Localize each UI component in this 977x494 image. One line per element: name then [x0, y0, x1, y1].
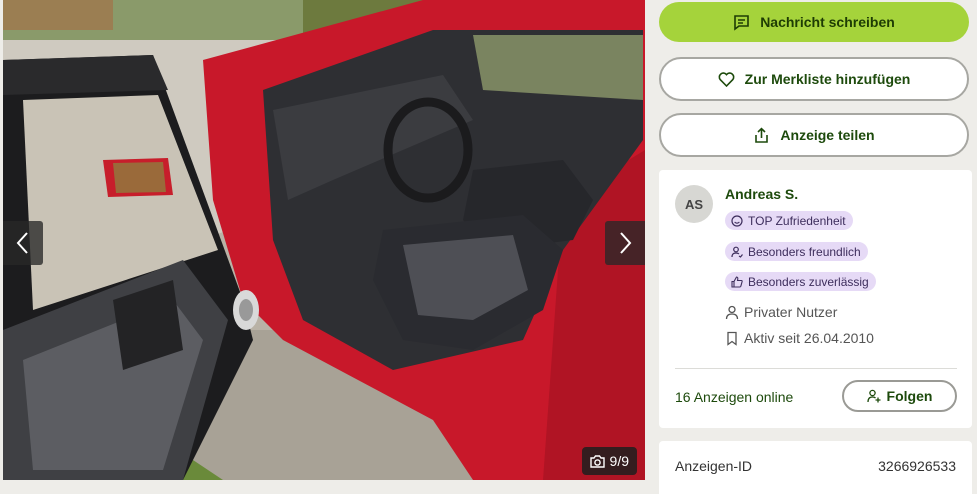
ads-online-link[interactable]: 16 Anzeigen online: [675, 389, 793, 405]
gallery-next-button[interactable]: [605, 221, 645, 265]
badge-reliable: Besonders zuverlässig: [725, 272, 876, 291]
seller-type: Privater Nutzer: [725, 304, 837, 320]
seller-name[interactable]: Andreas S.: [725, 186, 798, 202]
add-to-watchlist-button[interactable]: Zur Merkliste hinzufügen: [659, 57, 969, 101]
follow-user-icon: [866, 389, 881, 403]
badge-friendly: Besonders freundlich: [725, 242, 868, 261]
seller-card: AS Andreas S. TOP Zufriedenheit Besonder…: [659, 170, 972, 428]
friendly-user-icon: [731, 246, 743, 258]
message-icon: [734, 14, 749, 31]
gallery-prev-button[interactable]: [3, 221, 43, 265]
badge-label: Besonders zuverlässig: [748, 274, 869, 289]
smiley-icon: [731, 214, 743, 227]
add-to-watchlist-label: Zur Merkliste hinzufügen: [744, 71, 911, 87]
share-ad-button[interactable]: Anzeige teilen: [659, 113, 969, 157]
thumbs-up-icon: [731, 275, 743, 288]
chevron-right-icon: [620, 232, 632, 254]
bookmark-icon: [727, 331, 737, 346]
ad-id-card: Anzeigen-ID 3266926533: [659, 441, 972, 494]
follow-button[interactable]: Folgen: [842, 380, 957, 412]
ad-id-label: Anzeigen-ID: [675, 458, 753, 474]
user-icon: [725, 305, 739, 319]
ad-id-value: 3266926533: [878, 458, 956, 474]
avatar[interactable]: AS: [675, 185, 713, 223]
send-message-button[interactable]: Nachricht schreiben: [659, 2, 969, 42]
heart-icon: [718, 71, 735, 87]
send-message-label: Nachricht schreiben: [760, 14, 895, 30]
seller-active-since-label: Aktiv seit 26.04.2010: [744, 330, 874, 346]
share-icon: [755, 126, 769, 143]
camera-icon: [589, 454, 605, 468]
image-gallery[interactable]: 9/9: [3, 0, 645, 480]
badge-label: TOP Zufriedenheit: [748, 213, 846, 228]
image-counter: 9/9: [581, 447, 637, 475]
share-ad-label: Anzeige teilen: [780, 127, 875, 143]
badge-label: Besonders freundlich: [748, 244, 861, 259]
chevron-left-icon: [16, 232, 28, 254]
car-interior-photo: [3, 0, 645, 480]
badge-top-satisfaction: TOP Zufriedenheit: [725, 211, 853, 230]
image-counter-text: 9/9: [609, 453, 629, 469]
follow-label: Folgen: [886, 388, 933, 404]
divider: [675, 368, 957, 369]
seller-type-label: Privater Nutzer: [744, 304, 838, 320]
seller-active-since: Aktiv seit 26.04.2010: [725, 330, 874, 346]
